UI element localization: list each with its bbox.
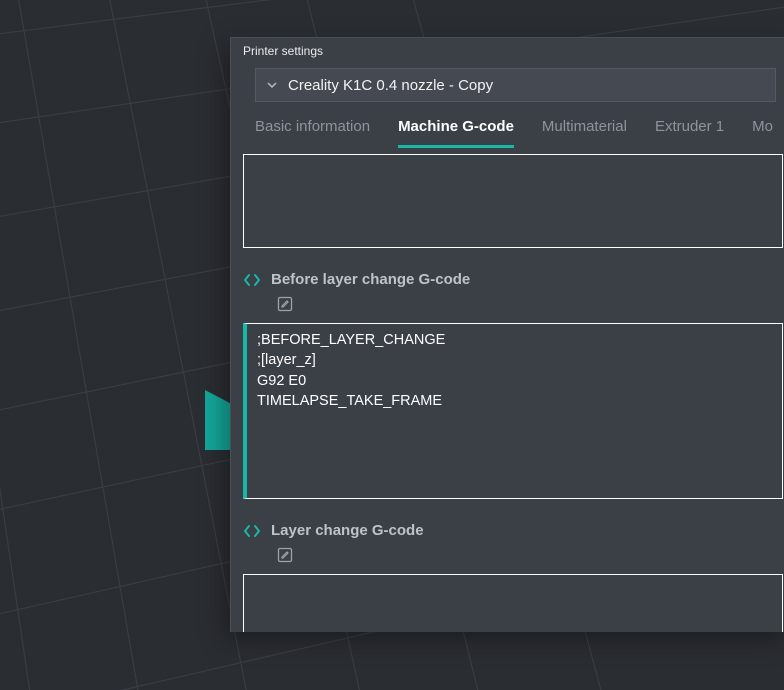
edit-icon[interactable] bbox=[277, 547, 293, 563]
settings-tabs: Basic information Machine G-code Multima… bbox=[231, 110, 784, 148]
chevron-down-icon bbox=[266, 79, 278, 91]
section-layer-change: Layer change G-code bbox=[243, 516, 784, 543]
layer-change-gcode-textarea[interactable] bbox=[243, 574, 783, 632]
code-icon bbox=[243, 524, 261, 538]
edit-icon[interactable] bbox=[277, 296, 293, 312]
tab-multimaterial[interactable]: Multimaterial bbox=[542, 110, 627, 148]
section-title: Layer change G-code bbox=[271, 522, 424, 539]
panel-title: Printer settings bbox=[231, 38, 784, 66]
tab-machine-gcode[interactable]: Machine G-code bbox=[398, 110, 514, 148]
tab-basic-information[interactable]: Basic information bbox=[255, 110, 370, 148]
code-icon bbox=[243, 273, 261, 287]
preset-selector[interactable]: Creality K1C 0.4 nozzle - Copy bbox=[255, 68, 776, 102]
before-layer-change-gcode-textarea[interactable] bbox=[243, 323, 783, 499]
section-before-layer-change: Before layer change G-code bbox=[243, 265, 784, 292]
preset-name: Creality K1C 0.4 nozzle - Copy bbox=[288, 77, 493, 94]
tab-extruder-1[interactable]: Extruder 1 bbox=[655, 110, 724, 148]
preceding-gcode-textarea[interactable] bbox=[243, 154, 783, 248]
section-title: Before layer change G-code bbox=[271, 271, 470, 288]
tab-motion-truncated[interactable]: Mo bbox=[752, 110, 773, 148]
gcode-content: Before layer change G-code Layer change … bbox=[231, 148, 784, 632]
printer-settings-panel: Printer settings Creality K1C 0.4 nozzle… bbox=[230, 37, 784, 632]
